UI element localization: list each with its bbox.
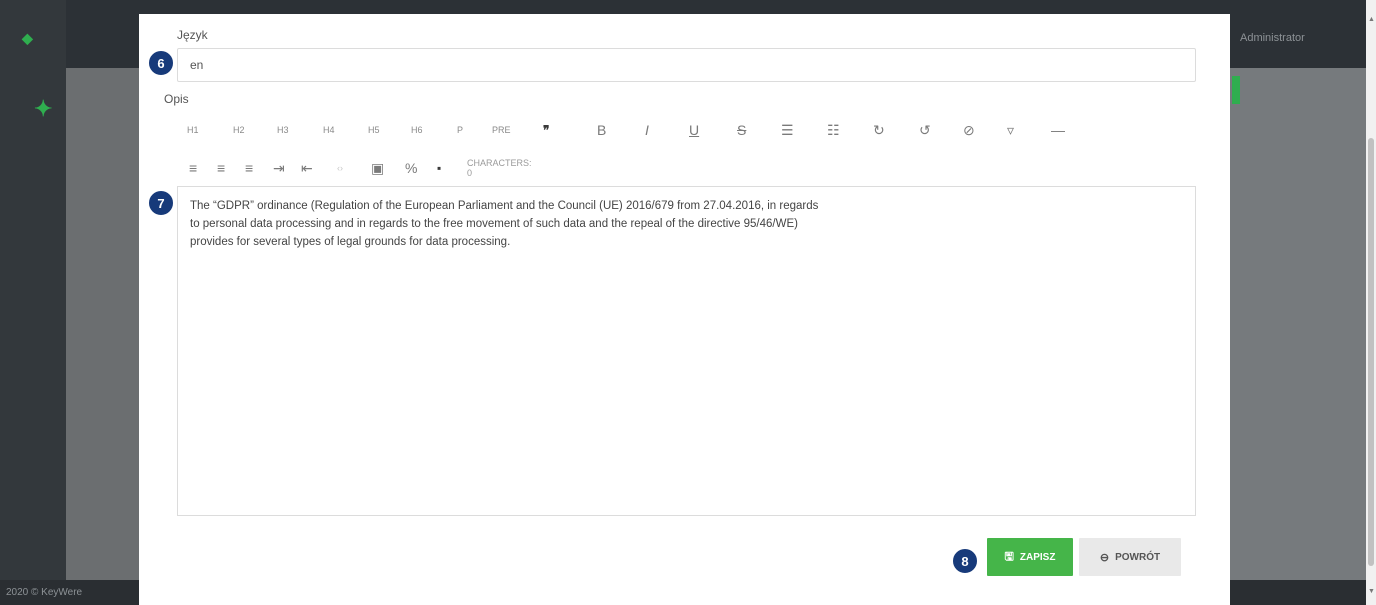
annotation-badge-7: 7	[147, 189, 175, 217]
description-label: Opis	[164, 92, 189, 106]
toolbar-h5-button[interactable]: H5	[368, 117, 380, 143]
user-menu: Administrator	[1240, 32, 1305, 44]
toolbar-h4-button[interactable]: H4	[323, 117, 335, 143]
quote-icon[interactable]: ❞	[543, 117, 549, 143]
description-editor[interactable]: The “GDPR” ordinance (Regulation of the …	[177, 186, 1196, 516]
back-button-label: POWRÓT	[1115, 551, 1161, 563]
back-button[interactable]: ⊖ POWRÓT	[1079, 538, 1181, 576]
link-icon[interactable]: %	[405, 155, 417, 181]
clear-format-icon[interactable]: ⊘	[963, 117, 975, 143]
underline-button[interactable]: U	[689, 117, 699, 143]
italic-button[interactable]: I	[645, 117, 649, 143]
annotation-badge-8: 8	[951, 547, 979, 575]
unordered-list-icon[interactable]: ☰	[781, 117, 794, 143]
back-arrow-icon: ⊖	[1099, 551, 1110, 564]
language-label: Język	[177, 28, 208, 42]
save-icon: 🖫	[1004, 550, 1014, 563]
undo-icon[interactable]: ↺	[919, 117, 931, 143]
toolbar-h2-button[interactable]: H2	[233, 117, 245, 143]
app-right-backdrop	[1230, 68, 1366, 580]
outdent-icon[interactable]: ⇤	[301, 155, 313, 181]
edit-modal: Język Opis H1 H2 H3 H4 H5 H6 P PRE ❞ B I…	[139, 14, 1230, 605]
app-sidebar-backdrop	[0, 0, 66, 605]
copyright-text: 2020 © KeyWere	[6, 587, 83, 598]
save-button-label: ZAPISZ	[1019, 551, 1056, 563]
scroll-down-icon[interactable]: ▼	[1368, 588, 1375, 595]
language-input[interactable]	[177, 48, 1196, 82]
scroll-up-icon[interactable]: ▲	[1368, 16, 1375, 23]
page-scrollbar-thumb[interactable]	[1368, 138, 1374, 566]
toolbar-h3-button[interactable]: H3	[277, 117, 289, 143]
indent-icon[interactable]: ⇥	[273, 155, 285, 181]
app-logo-icon-large: ✦	[34, 96, 53, 121]
backdrop-accent	[1232, 76, 1240, 104]
toolbar-p-button[interactable]: P	[457, 117, 463, 143]
horizontal-rule-icon[interactable]: —	[1051, 117, 1065, 143]
code-icon[interactable]: ‹›	[337, 155, 343, 181]
align-right-icon[interactable]: ≡	[245, 155, 253, 181]
ordered-list-icon[interactable]: ☷	[827, 117, 840, 143]
bold-button[interactable]: B	[597, 117, 606, 143]
video-icon[interactable]: ▪	[437, 155, 441, 181]
save-button[interactable]: 🖫 ZAPISZ	[987, 538, 1073, 576]
strikethrough-button[interactable]: S	[737, 117, 746, 143]
image-icon[interactable]: ▣	[371, 155, 384, 181]
align-left-icon[interactable]: ≡	[189, 155, 197, 181]
app-logo-icon: ◆	[22, 30, 33, 46]
toolbar-pre-button[interactable]: PRE	[492, 117, 511, 143]
redo-icon[interactable]: ↻	[873, 117, 885, 143]
paint-format-icon[interactable]: ▿	[1007, 117, 1014, 143]
toolbar-h1-button[interactable]: H1	[187, 117, 199, 143]
annotation-badge-6: 6	[147, 49, 175, 77]
description-text: The “GDPR” ordinance (Regulation of the …	[190, 200, 819, 248]
toolbar-h6-button[interactable]: H6	[411, 117, 423, 143]
character-count: CHARACTERS: 0	[467, 158, 532, 178]
align-center-icon[interactable]: ≡	[217, 155, 225, 181]
